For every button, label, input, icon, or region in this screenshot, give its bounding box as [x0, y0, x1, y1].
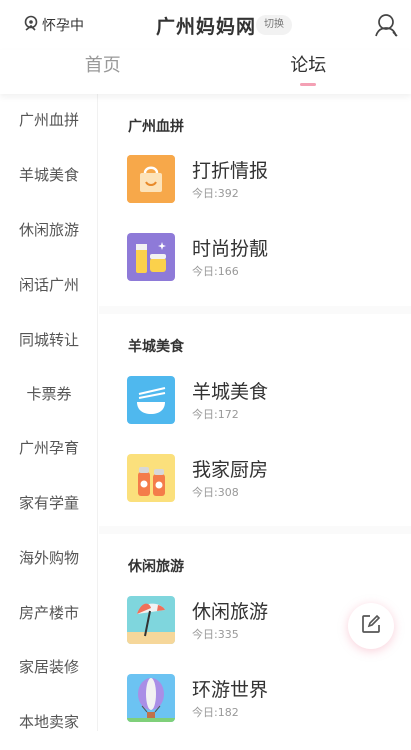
- tab-forum-label: 论坛: [290, 55, 326, 76]
- cosmetics-icon: [127, 233, 175, 281]
- sidebar-item[interactable]: 家有学童: [0, 476, 98, 531]
- sidebar-item[interactable]: 休闲旅游: [0, 203, 98, 258]
- board-today-count: 今日:172: [192, 406, 239, 422]
- sidebar-item[interactable]: 广州孕育: [0, 421, 98, 476]
- tab-home[interactable]: 首页: [0, 50, 206, 94]
- board-today-count: 今日:392: [192, 185, 239, 201]
- section-title: 广州血拼: [128, 116, 184, 136]
- sidebar-item[interactable]: 同城转让: [0, 313, 98, 368]
- board-name: 环游世界: [192, 675, 268, 702]
- section-title: 羊城美食: [128, 336, 184, 356]
- board-item[interactable]: 我家厨房 今日:308: [127, 454, 387, 504]
- compose-post-button[interactable]: [348, 603, 394, 649]
- section-title: 休闲旅游: [128, 556, 184, 576]
- sidebar-item[interactable]: 房产楼市: [0, 586, 98, 641]
- beach-umbrella-icon: [127, 596, 175, 644]
- status-label: 怀孕中: [42, 15, 84, 35]
- tab-forum[interactable]: 论坛: [206, 50, 411, 94]
- sidebar-item[interactable]: 卡票券: [0, 367, 98, 422]
- switch-button[interactable]: 切换: [256, 15, 292, 35]
- board-name: 休闲旅游: [192, 597, 268, 624]
- user-icon[interactable]: [374, 12, 400, 38]
- category-sidebar: 广州血拼 羊城美食 休闲旅游 闲话广州 同城转让 卡票券 广州孕育 家有学童 海…: [0, 94, 98, 731]
- salt-pepper-icon: [127, 454, 175, 502]
- board-item[interactable]: 羊城美食 今日:172: [127, 376, 387, 426]
- board-item[interactable]: 时尚扮靓 今日:166: [127, 233, 387, 283]
- section-divider: [99, 526, 411, 534]
- hot-air-balloon-icon: [127, 674, 175, 722]
- board-today-count: 今日:335: [192, 626, 239, 642]
- shopping-bag-icon: [127, 155, 175, 203]
- app-header: 怀孕中 广州妈妈网 切换: [0, 0, 411, 50]
- main-tabs: 首页 论坛: [0, 50, 411, 94]
- sidebar-item[interactable]: 本地卖家: [0, 695, 98, 750]
- board-name: 羊城美食: [192, 377, 268, 404]
- sidebar-item[interactable]: 家居装修: [0, 640, 98, 695]
- edit-icon: [360, 613, 382, 639]
- board-name: 我家厨房: [192, 455, 268, 482]
- pregnancy-status[interactable]: 怀孕中: [22, 14, 84, 36]
- site-title: 广州妈妈网: [156, 12, 256, 39]
- sidebar-item[interactable]: 广州血拼: [0, 93, 98, 148]
- board-name: 时尚扮靓: [192, 234, 268, 261]
- section-divider: [99, 306, 411, 314]
- bowl-chopsticks-icon: [127, 376, 175, 424]
- active-tab-indicator: [300, 83, 316, 86]
- board-today-count: 今日:182: [192, 704, 239, 720]
- board-item[interactable]: 环游世界 今日:182: [127, 674, 387, 724]
- sidebar-item[interactable]: 海外购物: [0, 531, 98, 586]
- board-today-count: 今日:308: [192, 484, 239, 500]
- board-today-count: 今日:166: [192, 263, 239, 279]
- sidebar-item[interactable]: 闲话广州: [0, 258, 98, 313]
- sidebar-item[interactable]: 羊城美食: [0, 148, 98, 203]
- board-item[interactable]: 打折情报 今日:392: [127, 155, 387, 205]
- location-pin-icon: [22, 15, 40, 35]
- board-name: 打折情报: [192, 156, 268, 183]
